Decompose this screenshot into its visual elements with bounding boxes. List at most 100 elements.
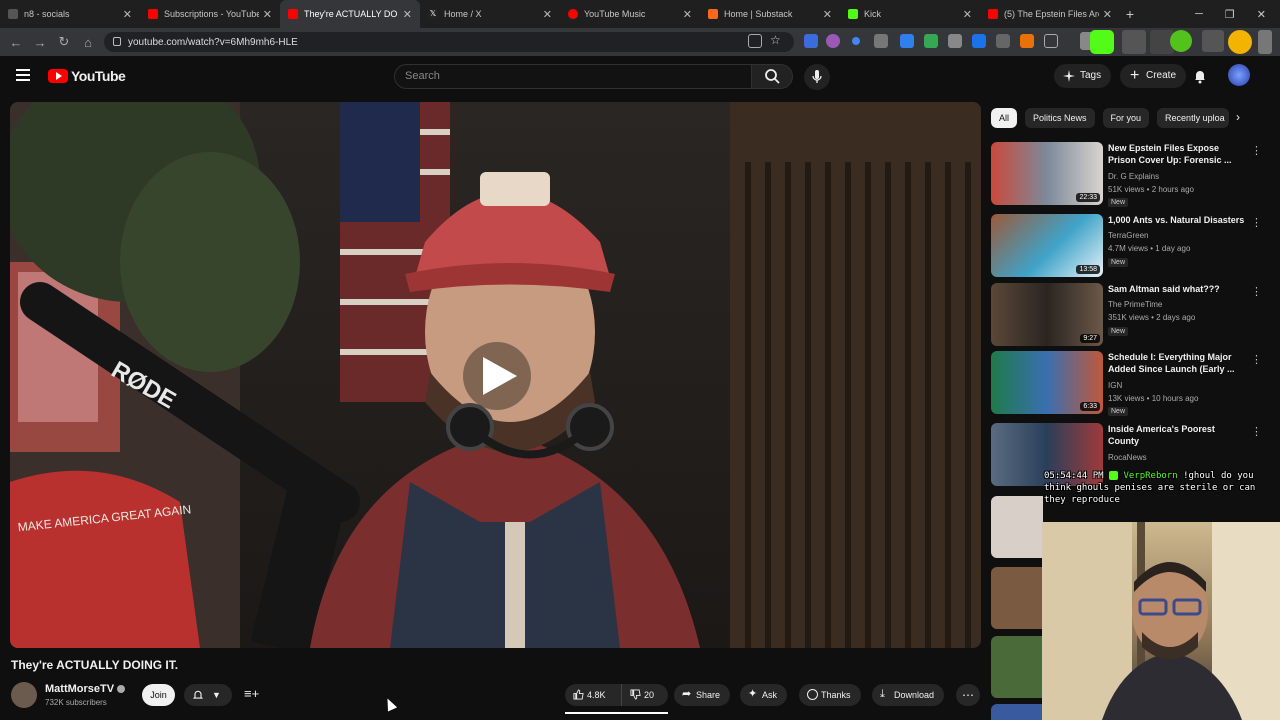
video-thumbnail[interactable] — [991, 496, 1043, 558]
browser-toolbar: ← → ↻ ⌂ youtube.com/watch?v=6Mh9mh6-HLE … — [0, 28, 1280, 56]
address-bar[interactable]: youtube.com/watch?v=6Mh9mh6-HLE — [104, 32, 794, 52]
tab-subscriptions[interactable]: Subscriptions - YouTube ✕ — [140, 0, 280, 28]
streamer-webcam — [1042, 522, 1280, 720]
close-icon[interactable]: ✕ — [123, 8, 132, 21]
recommendation-item[interactable]: 9:27 Sam Altman said what??? The PrimeTi… — [991, 283, 1262, 347]
dislike-button[interactable]: 20 — [621, 684, 668, 706]
create-button[interactable]: + Create — [1120, 64, 1187, 88]
extension-icon[interactable] — [900, 34, 914, 48]
download-button[interactable]: ⤓ Download — [872, 684, 945, 706]
window-controls: ─ ❐ ✕ — [1195, 0, 1280, 28]
reload-icon[interactable]: ↻ — [52, 34, 76, 50]
chip-recently-uploaded[interactable]: Recently uploa — [1157, 108, 1230, 128]
extension-icon[interactable] — [1020, 34, 1034, 48]
video-thumbnail: 22:33 — [991, 142, 1103, 205]
new-tab-button[interactable]: + — [1120, 6, 1140, 22]
search-button[interactable] — [751, 64, 793, 89]
more-horizontal-icon: ⋯ — [962, 688, 974, 702]
tab-current-video[interactable]: They're ACTUALLY DO ✕ — [280, 0, 420, 28]
minimize-icon[interactable]: ─ — [1195, 8, 1203, 20]
tab-kick[interactable]: Kick ✕ — [840, 0, 980, 28]
verified-icon — [117, 685, 126, 694]
tab-epstein-files[interactable]: (5) The Epstein Files Are S✕ — [980, 0, 1120, 28]
close-icon[interactable]: ✕ — [263, 8, 272, 21]
close-icon[interactable]: ✕ — [683, 8, 692, 21]
chevron-right-icon[interactable]: › — [1236, 110, 1240, 124]
forward-icon[interactable]: → — [28, 35, 52, 50]
video-thumbnail[interactable] — [991, 567, 1043, 629]
recommendation-filters: All Politics News For you Recently uploa — [991, 108, 1230, 128]
video-thumbnail: 9:27 — [991, 283, 1103, 346]
back-icon[interactable]: ← — [4, 35, 28, 50]
more-vertical-icon[interactable]: ⋮ — [1251, 353, 1262, 366]
close-icon[interactable]: ✕ — [823, 8, 832, 21]
video-thumbnail[interactable] — [991, 636, 1043, 698]
close-icon[interactable]: ✕ — [963, 8, 972, 21]
tags-button[interactable]: Tags — [1054, 64, 1112, 88]
extension-icon[interactable] — [826, 34, 840, 48]
extension-icon[interactable] — [874, 34, 888, 48]
search-input[interactable]: Search — [394, 64, 752, 89]
super-thanks-icon — [807, 689, 818, 700]
youtube-header: YouTube Search Tags + Create — [0, 56, 1280, 96]
add-to-playlist-button[interactable]: ≡+ — [240, 684, 262, 706]
more-vertical-icon[interactable]: ⋮ — [1251, 144, 1262, 157]
close-icon[interactable]: ✕ — [1103, 8, 1112, 21]
extension-icon[interactable] — [924, 34, 938, 48]
extension-icon[interactable] — [972, 34, 986, 48]
bell-icon — [192, 690, 204, 699]
profile-emoji-icon[interactable] — [1228, 30, 1252, 54]
chip-for-you[interactable]: For you — [1102, 108, 1150, 128]
join-button[interactable]: Join — [142, 684, 175, 706]
extension-icon[interactable] — [1258, 30, 1272, 54]
extension-icon[interactable] — [1202, 30, 1224, 52]
chevron-down-icon: ▼ — [212, 690, 221, 700]
recommendation-item[interactable]: 6:33 Schedule I: Everything Major Added … — [991, 351, 1262, 416]
tab-youtube-music[interactable]: YouTube Music ✕ — [560, 0, 700, 28]
account-avatar[interactable] — [1228, 64, 1250, 86]
voice-search-button[interactable] — [804, 64, 830, 90]
extension-icon[interactable] — [1122, 30, 1146, 54]
share-button[interactable]: ➦ Share — [674, 684, 731, 706]
extension-icon[interactable] — [996, 34, 1010, 48]
video-thumbnail[interactable] — [991, 704, 1043, 720]
more-vertical-icon[interactable]: ⋮ — [1251, 425, 1262, 438]
tab-substack[interactable]: Home | Substack ✕ — [700, 0, 840, 28]
youtube-logo[interactable]: YouTube — [48, 68, 126, 84]
channel-name[interactable]: MattMorseTV — [45, 683, 126, 695]
ask-button[interactable]: ✦ Ask — [740, 684, 788, 706]
more-vertical-icon[interactable]: ⋮ — [1251, 216, 1262, 229]
site-info-icon[interactable] — [113, 37, 121, 46]
play-extension-icon[interactable] — [1170, 30, 1192, 52]
close-icon[interactable]: ✕ — [543, 8, 552, 21]
bookmark-star-icon[interactable]: ☆ — [770, 34, 784, 48]
kick-extension-icon[interactable] — [1090, 30, 1114, 54]
more-actions-button[interactable]: ⋯ — [956, 684, 980, 706]
thanks-button[interactable]: Thanks — [799, 684, 861, 706]
notifications-bell-icon[interactable] — [1192, 68, 1208, 84]
extensions-puzzle-icon[interactable] — [1044, 34, 1058, 48]
extension-icon[interactable] — [852, 37, 860, 45]
video-thumbnail: 6:33 — [991, 351, 1103, 414]
close-window-icon[interactable]: ✕ — [1257, 8, 1266, 21]
tab-home-x[interactable]: 𝕏 Home / X ✕ — [420, 0, 560, 28]
install-app-icon[interactable] — [748, 34, 762, 48]
chip-politics-news[interactable]: Politics News — [1025, 108, 1095, 128]
notification-bell-dropdown[interactable]: ▼ — [184, 684, 232, 706]
home-icon[interactable]: ⌂ — [76, 35, 100, 50]
menu-icon[interactable] — [16, 69, 30, 81]
extension-icon[interactable] — [948, 34, 962, 48]
download-icon: ⤓ — [880, 688, 885, 700]
channel-avatar[interactable] — [11, 682, 37, 708]
recommendation-item[interactable]: 13:58 1,000 Ants vs. Natural Disasters T… — [991, 214, 1262, 278]
tab-n8-socials[interactable]: n8 - socials ✕ — [0, 0, 140, 28]
youtube-favicon — [988, 9, 998, 19]
close-icon[interactable]: ✕ — [403, 8, 412, 21]
extension-icon[interactable] — [804, 34, 818, 48]
more-vertical-icon[interactable]: ⋮ — [1251, 285, 1262, 298]
video-player[interactable]: RØDE MAKE AMERICA GREAT AGAIN — [10, 102, 981, 648]
recommendation-item[interactable]: 22:33 New Epstein Files Expose Prison Co… — [991, 142, 1262, 207]
like-button[interactable]: 4.8K — [565, 684, 621, 706]
maximize-icon[interactable]: ❐ — [1225, 8, 1235, 21]
chip-all[interactable]: All — [991, 108, 1018, 128]
